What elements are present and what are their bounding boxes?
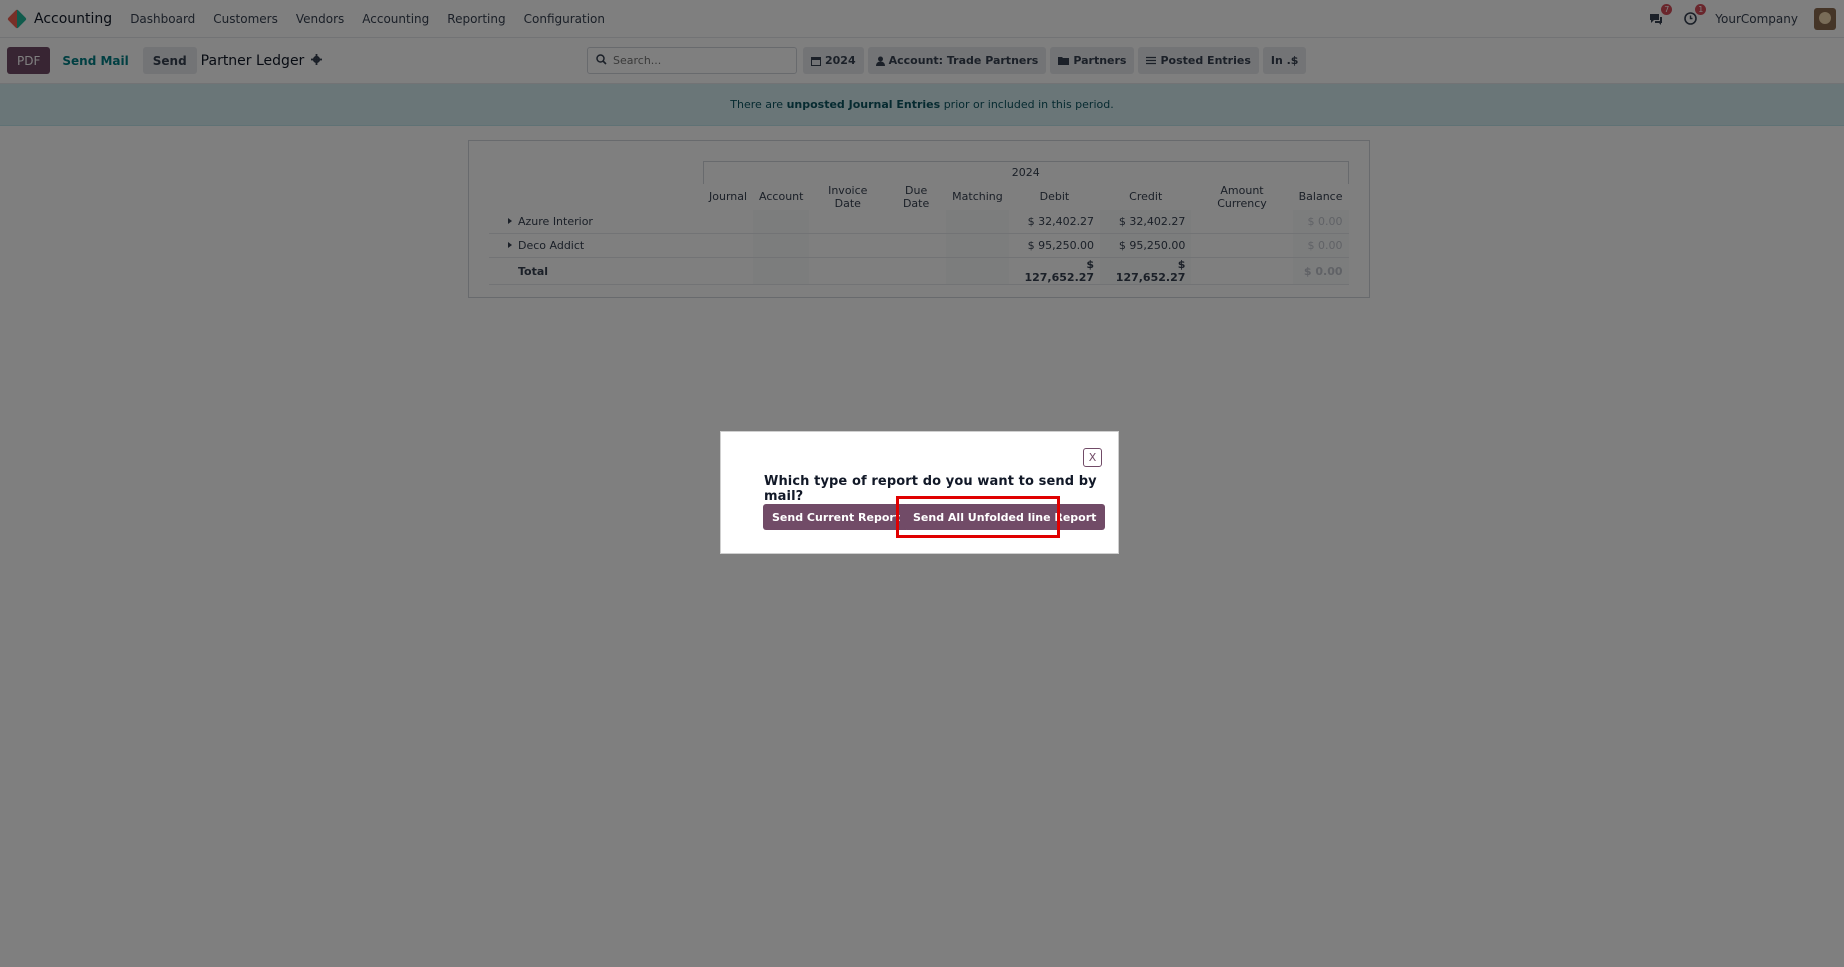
highlight-box bbox=[896, 496, 1060, 538]
send-current-report-button[interactable]: Send Current Report bbox=[763, 504, 910, 530]
close-button[interactable]: X bbox=[1083, 448, 1102, 467]
send-report-dialog: X Which type of report do you want to se… bbox=[720, 431, 1119, 554]
